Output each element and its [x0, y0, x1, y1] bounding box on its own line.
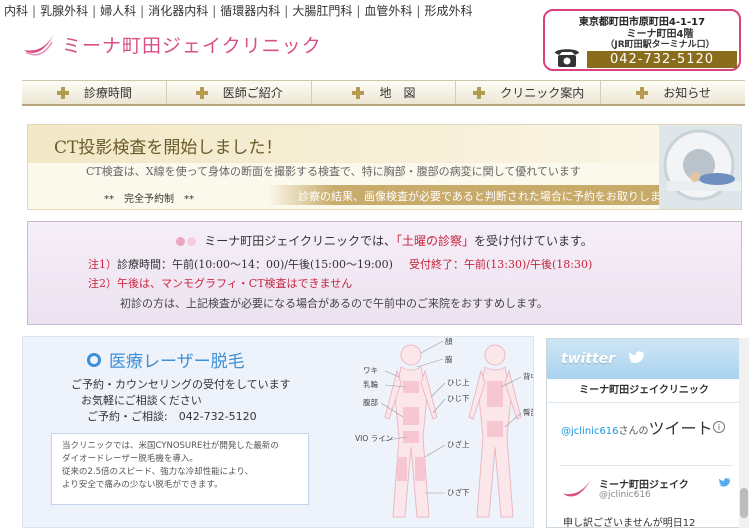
clinic-name: ミーナ町田ジェイクリニック: [62, 34, 322, 57]
saturday-title-post: を受け付けています。: [473, 234, 593, 248]
saturday-title-highlight: 「土曜の診察」: [395, 234, 474, 248]
telephone-icon: [555, 49, 579, 67]
body-label-vio: VIO ライン: [355, 434, 393, 443]
ct-scanner-photo: [659, 125, 741, 209]
laser-title-text: 医療レーザー脱毛: [109, 352, 245, 372]
twitter-logo: twitter: [561, 351, 616, 367]
dept-link[interactable]: 大腸肛門科: [288, 2, 356, 20]
nav-label: 診療時間: [83, 86, 132, 100]
body-label-buttocks: 臀部: [523, 407, 534, 417]
laser-info-line: 従来の2.5倍のスピード、強力な冷却性能により、: [62, 467, 254, 477]
body-label-thigh: ひざ上: [447, 439, 470, 449]
laser-title: 医療レーザー脱毛: [87, 347, 245, 372]
pink-dots-icon: [176, 234, 198, 248]
ct-description: CT検査は、X線を使って身体の断面を撮影する検査で、特に胸部・腹部の病変に関して…: [86, 165, 581, 178]
body-label-face: 顔: [445, 337, 453, 346]
laser-contact: ご予約・カウンセリングの受付をしています お気軽にご相談ください ご予約・ご相談…: [71, 377, 291, 425]
department-links: 内科 | 乳腺外科 | 婦人科 | 消化器内科 | 循環器内科 | 大腸肛門科 | 血管外科…: [0, 2, 548, 20]
tweet-author: ミーナ町田ジェイク: [599, 480, 689, 491]
nav-label: 医師ご紹介: [222, 86, 283, 100]
plus-icon: [56, 86, 70, 100]
body-label-armpit: ワキ: [363, 366, 378, 375]
nav-item-hours[interactable]: 診療時間: [22, 81, 167, 104]
body-label-abdomen: 腹部: [363, 397, 378, 407]
ct-banner[interactable]: CT投影検査を開始しました！ CT検査は、X線を使って身体の断面を撮影する検査で…: [27, 124, 742, 210]
nav-label: 地 図: [379, 86, 416, 100]
dept-link[interactable]: 内科: [0, 2, 32, 20]
note-afternoon: 注2）午後は、マンモグラフィ・CT検査はできません: [88, 275, 352, 291]
saturday-notice: ミーナ町田ジェイクリニックでは、「土曜の診察」を受け付けています。 注1）診療時…: [27, 221, 742, 325]
note-label: 注1）: [88, 258, 117, 271]
twitter-bird-icon: [629, 351, 645, 363]
clinic-logo[interactable]: ミーナ町田ジェイクリニック: [22, 30, 322, 58]
ct-headline: CT投影検査を開始しました！: [54, 138, 283, 158]
twitter-header: twitter: [547, 339, 741, 379]
scrollbar-thumb[interactable]: [740, 488, 748, 518]
twitter-widget: twitter ミーナ町田ジェイクリニック @jclinic616さんのツイート…: [546, 338, 742, 528]
tweet-handle: @jclinic616: [599, 490, 651, 500]
body-label-upper-arm: ひじ上: [447, 378, 470, 387]
dept-link[interactable]: 形成外科: [420, 2, 476, 20]
swoosh-avatar-icon: [562, 478, 592, 497]
swoosh-logo-icon: [24, 34, 54, 56]
dept-link[interactable]: 乳腺外科: [36, 2, 92, 20]
ct-reservation: ** 完全予約制 **: [104, 194, 194, 205]
dept-link[interactable]: 血管外科: [360, 2, 416, 20]
body-label-back: 背中: [523, 371, 534, 381]
note-reception-end: 受付終了：午前(13:30)/午後(18:30): [408, 258, 593, 271]
nav-item-doctor[interactable]: 医師ご紹介: [167, 81, 312, 104]
nav-label: クリニック案内: [500, 86, 585, 100]
laser-line: お気軽にご相談ください: [81, 394, 202, 407]
address-station: （JR町田駅ターミナル口）: [605, 40, 715, 50]
plus-icon: [635, 86, 649, 100]
tweet-card[interactable]: ミーナ町田ジェイク @jclinic616 申し訳ございませんが明日12: [559, 465, 733, 528]
plus-icon: [195, 86, 209, 100]
main-nav: 診療時間 医師ご紹介 地 図 クリニック案内 お知らせ: [22, 80, 745, 106]
body-label-lower-leg: ひざ下: [447, 487, 470, 497]
body-label-neck: 脇: [445, 355, 453, 364]
twitter-bird-icon: [719, 478, 731, 487]
nav-item-clinic-info[interactable]: クリニック案内: [456, 81, 602, 104]
note-first-visit: 初診の方は、上記検査が必要になる場合があるので午前中のご来院をおすすめします。: [120, 297, 548, 310]
note-label: 注2）: [88, 277, 117, 290]
note-hours: 注1）診療時間：午前(10:00〜14：00)/午後(15:00〜19:00) 受…: [88, 256, 592, 272]
twitter-handle-link[interactable]: @jclinic616: [561, 426, 619, 437]
laser-info-line: 当クリニックでは、米国CYNOSURE社が開発した最新の: [62, 441, 279, 451]
ct-note: 診察の結果、画像検査が必要であると判断された場合に予約をお取りします: [298, 190, 672, 203]
twitter-account-name[interactable]: ミーナ町田ジェイクリニック: [547, 379, 741, 403]
body-diagram: 顔 脇 ワキ 乳輪 腹部 VIO ライン ひじ上 ひじ下 背中 臀部 ひざ上 ひ…: [355, 337, 534, 518]
note-afternoon-text: 午後は、マンモグラフィ・CT検査はできません: [117, 277, 353, 290]
laser-line: ご予約・ご相談: 042-732-5120: [87, 410, 257, 423]
page: 内科 | 乳腺外科 | 婦人科 | 消化器内科 | 循環器内科 | 大腸肛門科 | 血管外科…: [0, 0, 750, 528]
tweets-header: @jclinic616さんのツイート: [561, 415, 713, 439]
laser-info-box: 当クリニックでは、米国CYNOSURE社が開発した最新の ダイオードレーザー脱毛…: [51, 433, 309, 505]
saturday-title-pre: ミーナ町田ジェイクリニックでは、: [204, 234, 396, 248]
ring-bullet-icon: [87, 352, 101, 367]
laser-info-line: より安全で痛みの少ない脱毛ができます。: [62, 480, 223, 490]
nav-label: お知らせ: [663, 86, 711, 100]
dept-link[interactable]: 婦人科: [96, 2, 140, 20]
phone-number[interactable]: 042-732-5120: [587, 51, 737, 68]
tweets-header-title: ツイート: [648, 419, 713, 438]
plus-icon: [351, 86, 365, 100]
tweet-message: 申し訳ございませんが明日12: [563, 518, 696, 528]
dept-link[interactable]: 消化器内科: [144, 2, 212, 20]
twitter-scrollbar[interactable]: [739, 338, 749, 528]
address-box: 東京都町田市原町田4-1-17 ミーナ町田4階 （JR町田駅ターミナル口） 04…: [543, 9, 741, 71]
body-label-forearm: ひじ下: [447, 394, 470, 403]
saturday-title: ミーナ町田ジェイクリニックでは、「土曜の診察」を受け付けています。: [28, 232, 741, 249]
note-hours-text: 診療時間：午前(10:00〜14：00)/午後(15:00〜19:00): [117, 258, 393, 271]
info-icon[interactable]: i: [713, 421, 725, 433]
plus-icon: [472, 86, 486, 100]
laser-info-line: ダイオードレーザー脱毛機を導入。: [62, 454, 198, 464]
laser-line: ご予約・カウンセリングの受付をしています: [71, 378, 291, 391]
nav-item-map[interactable]: 地 図: [312, 81, 457, 104]
body-label-areola: 乳輪: [363, 379, 378, 389]
laser-hair-removal-banner[interactable]: 医療レーザー脱毛 ご予約・カウンセリングの受付をしています お気軽にご相談くださ…: [22, 336, 534, 528]
nav-item-news[interactable]: お知らせ: [601, 81, 745, 104]
dept-link[interactable]: 循環器内科: [216, 2, 284, 20]
tweets-header-suffix: さんの: [618, 426, 649, 437]
